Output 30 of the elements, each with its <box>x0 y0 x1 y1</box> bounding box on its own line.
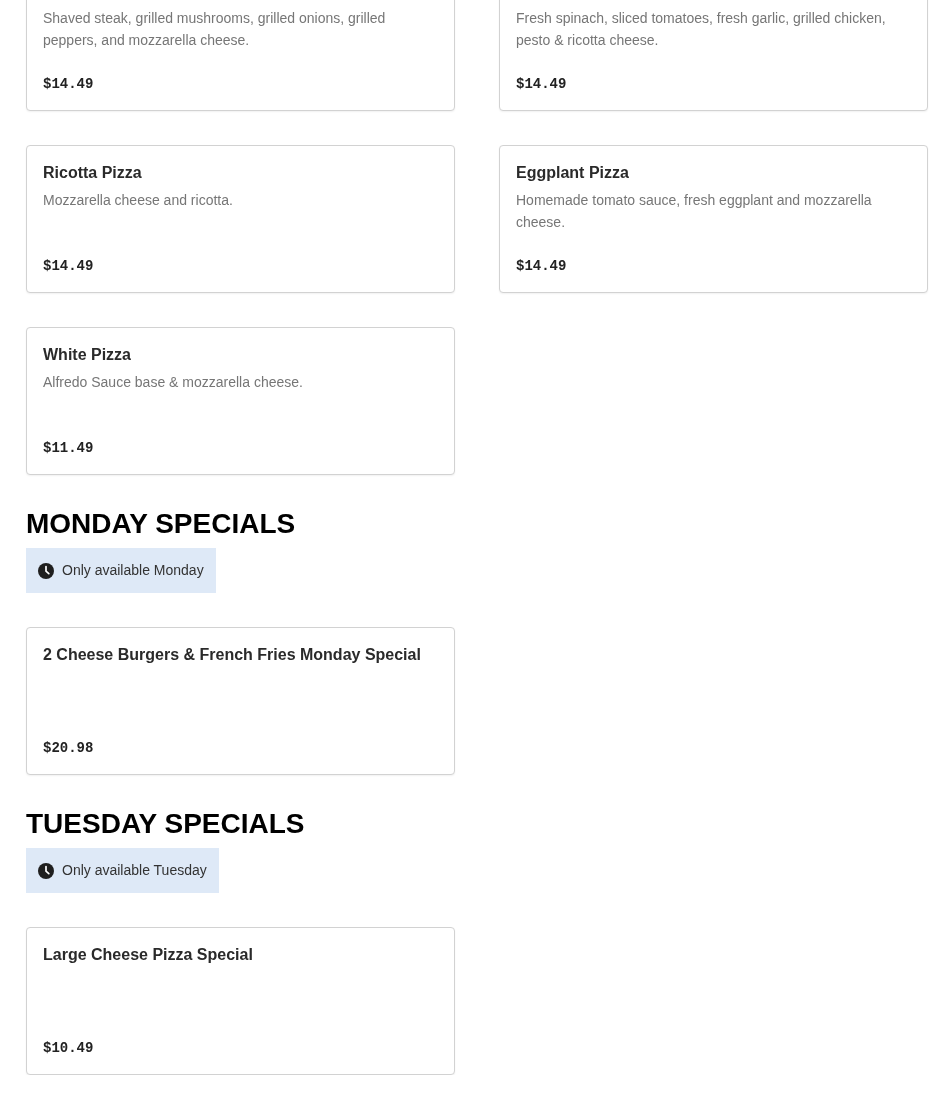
menu-item-card[interactable]: White Pizza Alfredo Sauce base & mozzarella cheese. $11.49 <box>26 327 455 475</box>
menu-item-card[interactable]: Fresh spinach, sliced tomatoes, fresh garlic, grilled chicken, pesto & ricotta cheese. $14.49 <box>499 0 928 111</box>
section-heading: MONDAY SPECIALS <box>26 510 296 538</box>
item-description: Mozzarella cheese and ricotta. <box>43 191 234 210</box>
item-name: 2 Cheese Burgers & French Fries Monday Special <box>43 645 421 665</box>
item-price: $14.49 <box>516 75 567 94</box>
item-description: Fresh spinach, sliced tomatoes, fresh garlic, grilled chicken, pesto & ricotta cheese. <box>516 9 887 50</box>
item-price: $14.49 <box>43 75 94 94</box>
menu-item-card[interactable]: Shaved steak, grilled mushrooms, grilled onions, grilled peppers, and mozzarella cheese. $14.49 <box>26 0 455 111</box>
availability-text: Only available Tuesday <box>62 861 207 880</box>
item-price: $20.98 <box>43 739 94 758</box>
item-name: Large Cheese Pizza Special <box>43 945 253 965</box>
item-price: $10.49 <box>43 1039 94 1058</box>
menu-item-card[interactable]: Ricotta Pizza Mozzarella cheese and ricotta. $14.49 <box>26 145 455 293</box>
clock-icon <box>38 562 54 579</box>
menu-item-card[interactable]: Eggplant Pizza Homemade tomato sauce, fresh eggplant and mozzarella cheese. $14.49 <box>499 145 928 293</box>
item-price: $14.49 <box>43 257 94 276</box>
item-price: $11.49 <box>43 439 94 458</box>
item-name: Eggplant Pizza <box>516 163 629 183</box>
section-heading: TUESDAY SPECIALS <box>26 810 305 838</box>
clock-icon <box>38 862 54 879</box>
item-description: Shaved steak, grilled mushrooms, grilled onions, grilled peppers, and mozzarella cheese. <box>43 9 387 50</box>
menu-item-card[interactable]: Large Cheese Pizza Special $10.49 <box>26 927 455 1075</box>
menu-item-card[interactable]: 2 Cheese Burgers & French Fries Monday Special $20.98 <box>26 627 455 775</box>
availability-text: Only available Monday <box>62 561 204 580</box>
item-name: Ricotta Pizza <box>43 163 142 183</box>
item-price: $14.49 <box>516 257 567 276</box>
item-description: Alfredo Sauce base & mozzarella cheese. <box>43 373 304 392</box>
item-description: Homemade tomato sauce, fresh eggplant and mozzarella cheese. <box>516 191 873 232</box>
item-name: White Pizza <box>43 345 131 365</box>
